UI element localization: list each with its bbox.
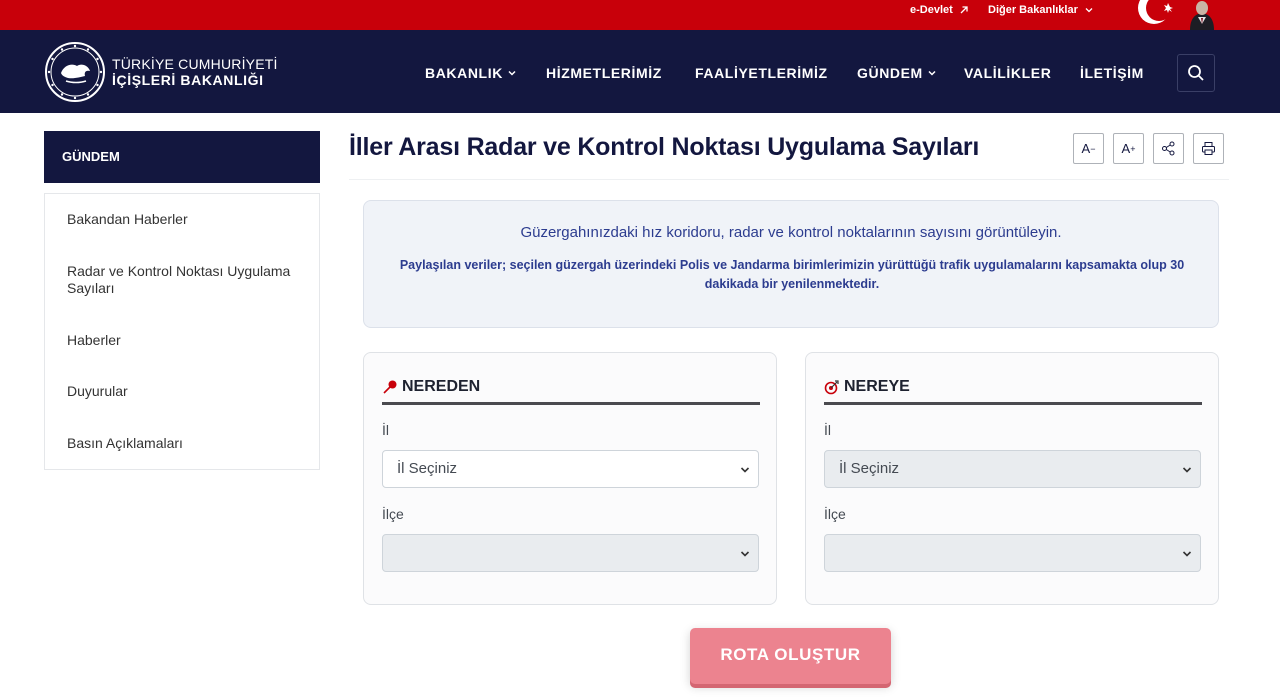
chevron-down-icon — [1182, 467, 1192, 473]
sidebar-item-radar[interactable]: Radar ve Kontrol Noktası Uygulama Sayıla… — [67, 263, 307, 297]
to-il-select[interactable]: İl Seçiniz — [824, 450, 1201, 488]
to-card-header: NEREYE — [824, 373, 1202, 405]
info-box: Güzergahınızdaki hız koridoru, radar ve … — [363, 200, 1219, 328]
chevron-down-icon — [1182, 551, 1192, 557]
from-il-label: İl — [382, 422, 389, 438]
edevlet-label: e-Devlet — [910, 4, 953, 16]
nav-faaliyetlerimiz[interactable]: FAALİYETLERİMİZ — [695, 65, 828, 81]
minus-icon: − — [1090, 143, 1096, 154]
nav-bakanlik-label: BAKANLIK — [425, 65, 503, 81]
chevron-down-icon — [740, 551, 750, 557]
ministry-logo[interactable]: TÜRKİYE CUMHURİYETİ İÇİŞLERİ BAKANLIĞI — [44, 41, 278, 103]
sidebar-title: GÜNDEM — [44, 131, 320, 183]
nav-gundem[interactable]: GÜNDEM — [857, 65, 937, 81]
chevron-down-icon — [508, 70, 516, 76]
nav-valilikler-label: VALİLİKLER — [964, 65, 1052, 81]
nav-hizmetlerimiz-label: HİZMETLERİMİZ — [546, 65, 662, 81]
main-navbar: TÜRKİYE CUMHURİYETİ İÇİŞLERİ BAKANLIĞI B… — [0, 30, 1280, 113]
nav-faaliyetlerimiz-label: FAALİYETLERİMİZ — [695, 65, 828, 81]
print-button[interactable] — [1193, 133, 1224, 164]
search-button[interactable] — [1177, 54, 1215, 92]
nav-iletisim-label: İLETİŞİM — [1080, 65, 1144, 81]
ministry-seal-icon — [45, 42, 105, 102]
external-link-icon — [960, 6, 968, 14]
font-increase-label: A — [1121, 141, 1131, 156]
share-icon — [1162, 141, 1175, 156]
other-ministries-label: Diğer Bakanlıklar — [988, 4, 1078, 16]
page-title: İller Arası Radar ve Kontrol Noktası Uyg… — [349, 133, 980, 161]
from-ilce-label: İlçe — [382, 506, 404, 522]
from-card-header: NEREDEN — [382, 373, 760, 405]
nav-valilikler[interactable]: VALİLİKLER — [964, 65, 1051, 81]
to-ilce-select[interactable] — [824, 534, 1201, 572]
share-button[interactable] — [1153, 133, 1184, 164]
create-route-button[interactable]: ROTA OLUŞTUR — [690, 628, 891, 684]
from-il-select[interactable]: İl Seçiniz — [382, 450, 759, 488]
chevron-down-icon — [740, 467, 750, 473]
sidebar-item-basin[interactable]: Basın Açıklamaları — [67, 435, 307, 452]
to-ilce-label: İlçe — [824, 506, 846, 522]
nav-iletisim[interactable]: İLETİŞİM — [1080, 65, 1144, 81]
to-il-value: İl Seçiniz — [839, 460, 900, 477]
from-ilce-select[interactable] — [382, 534, 759, 572]
nav-hizmetlerimiz[interactable]: HİZMETLERİMİZ — [546, 65, 662, 81]
title-divider — [349, 179, 1229, 180]
sidebar-menu: Bakandan Haberler Radar ve Kontrol Nokta… — [44, 193, 320, 470]
sidebar-item-duyurular[interactable]: Duyurular — [67, 383, 307, 400]
chevron-down-icon — [1085, 8, 1093, 13]
map-pin-icon — [383, 380, 397, 394]
search-icon — [1188, 65, 1204, 81]
font-decrease-label: A — [1081, 141, 1091, 156]
logo-line-1: TÜRKİYE CUMHURİYETİ — [112, 56, 278, 72]
info-main-text: Güzergahınızdaki hız koridoru, radar ve … — [520, 224, 1062, 241]
logo-line-2: İÇİŞLERİ BAKANLIĞI — [112, 72, 264, 88]
sidebar-item-haberler[interactable]: Haberler — [67, 332, 307, 349]
nav-bakanlik[interactable]: BAKANLIK — [425, 65, 517, 81]
sidebar-item-bakandan-haberler[interactable]: Bakandan Haberler — [67, 211, 307, 228]
info-sub-text: Paylaşılan veriler; seçilen güzergah üze… — [399, 258, 1185, 291]
chevron-down-icon — [928, 70, 936, 76]
flag-portrait-image — [1132, 0, 1232, 30]
font-decrease-button[interactable]: A − — [1073, 133, 1104, 164]
font-increase-button[interactable]: A + — [1113, 133, 1144, 164]
other-ministries-dropdown[interactable]: Diğer Bakanlıklar — [988, 0, 1094, 20]
to-il-label: İl — [824, 422, 831, 438]
from-card: NEREDEN İl İl Seçiniz İlçe — [363, 352, 777, 605]
plus-icon: + — [1130, 143, 1136, 154]
from-card-title: NEREDEN — [402, 377, 481, 395]
to-card: NEREYE İl İl Seçiniz İlçe — [805, 352, 1219, 605]
nav-gundem-label: GÜNDEM — [857, 65, 923, 81]
target-icon — [824, 379, 839, 394]
from-il-value: İl Seçiniz — [397, 460, 458, 477]
top-bar: e-Devlet Diğer Bakanlıklar — [0, 0, 1280, 30]
to-card-title: NEREYE — [844, 377, 910, 395]
edevlet-link[interactable]: e-Devlet — [910, 0, 969, 20]
print-icon — [1202, 142, 1215, 155]
logo-text: TÜRKİYE CUMHURİYETİ İÇİŞLERİ BAKANLIĞI — [112, 56, 278, 88]
